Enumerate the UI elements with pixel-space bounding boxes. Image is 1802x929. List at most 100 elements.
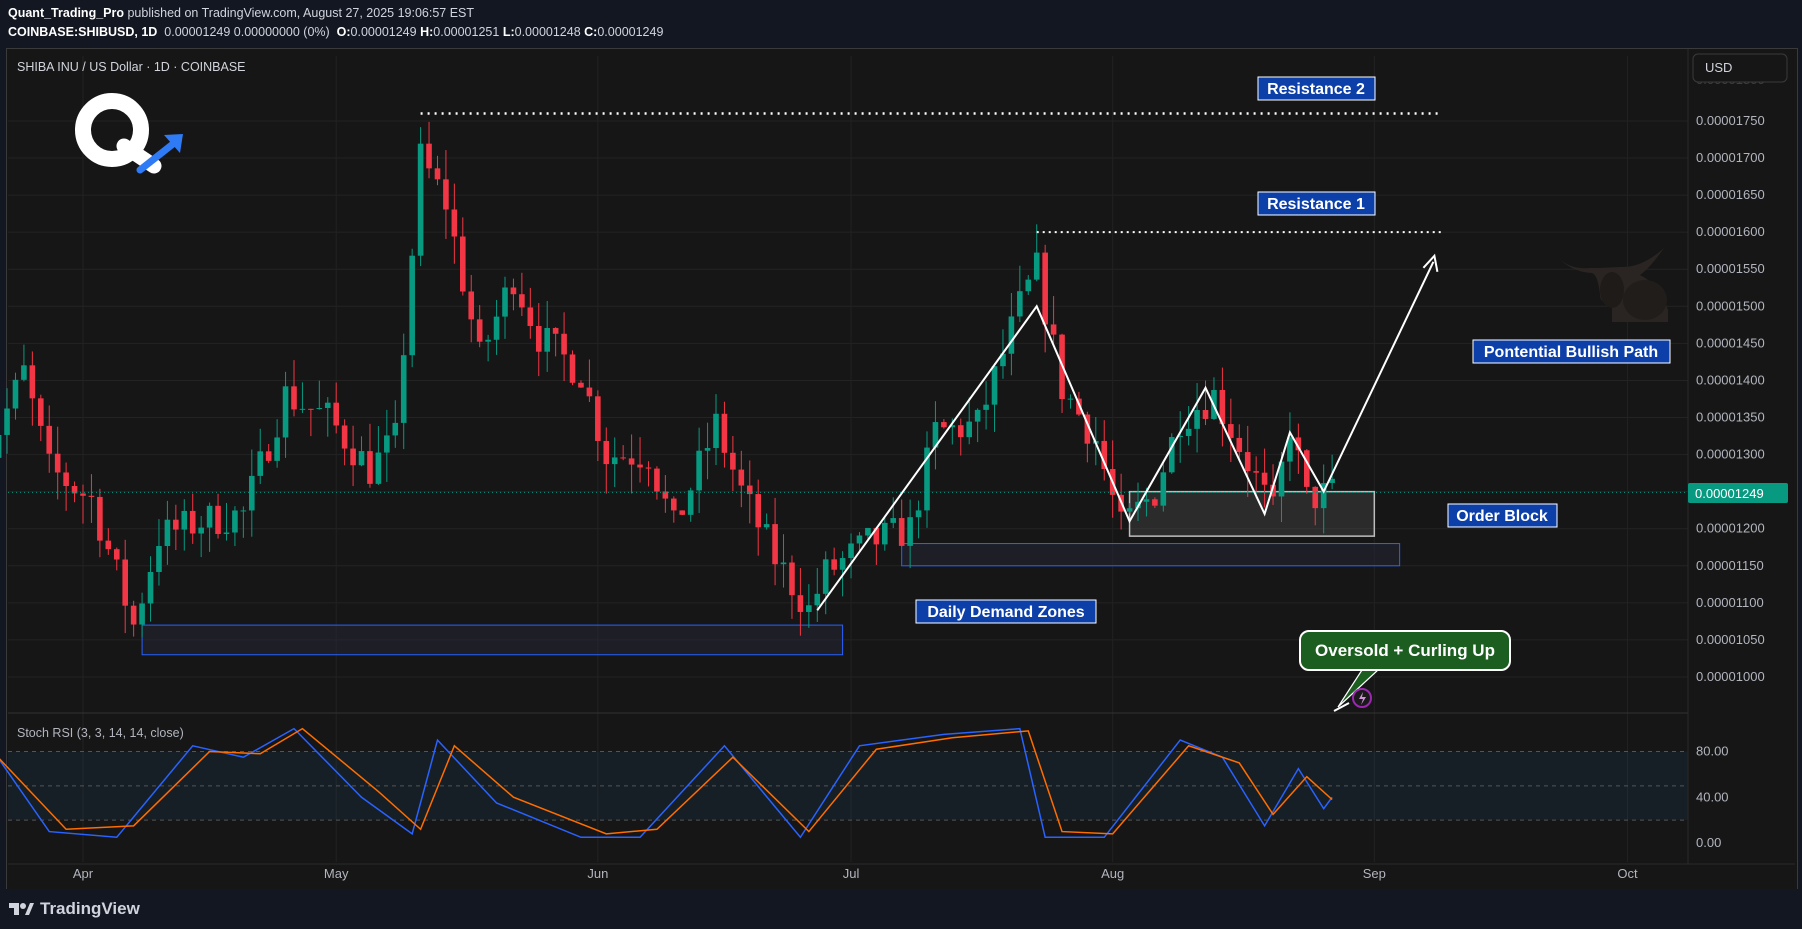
price-tick-label: 0.00001500 (1696, 298, 1765, 313)
candle-body (772, 524, 778, 565)
candle-body (468, 291, 475, 320)
candle-body (561, 333, 567, 355)
candle-body (730, 452, 736, 470)
candle-body (831, 559, 837, 570)
candle-body (789, 562, 795, 596)
currency-button[interactable]: USD (1692, 53, 1788, 83)
candle-body (535, 325, 542, 352)
candle-body (1160, 472, 1167, 506)
oversold-callout: Oversold + Curling Up (1299, 630, 1511, 712)
candle-body (451, 209, 458, 237)
bullish-path-label: Pontential Bullish Path (1472, 339, 1671, 364)
indicator-label: Stoch RSI (3, 3, 14, 14, close) (17, 726, 184, 740)
candle-body (181, 510, 188, 530)
candle-body (1261, 472, 1268, 485)
candle-body (21, 365, 27, 380)
time-tick-label: Jun (587, 866, 608, 881)
candle-body (350, 448, 356, 466)
price-tick-label: 0.00001550 (1696, 261, 1765, 276)
svg-text:0.00001249: 0.00001249 (1695, 486, 1764, 501)
candle-body (1152, 499, 1158, 506)
candle-body (991, 366, 998, 405)
candle-body (966, 421, 972, 438)
stoch-tick-label: 80.00 (1696, 744, 1729, 759)
candle-body (1067, 398, 1074, 400)
zones-layer (141, 490, 1401, 656)
candle-body (1202, 410, 1209, 419)
candle-body (54, 453, 61, 473)
candle-body (603, 440, 610, 465)
candle-body (485, 339, 491, 342)
candle-body (713, 413, 719, 449)
lightning-icon (1352, 688, 1372, 708)
candle-body (257, 451, 264, 476)
candle-body (704, 448, 711, 451)
candle-body (721, 413, 728, 453)
chart-canvas[interactable]: 0.00001000 0.00001050 0.00001100 0.00001150… (0, 0, 1802, 929)
candle-body (240, 510, 247, 512)
candle-body (139, 603, 145, 625)
price-tick-label: 0.00001000 (1696, 669, 1765, 684)
candle-body (130, 605, 137, 625)
candle-body (274, 437, 280, 461)
price-tick-label: 0.00001450 (1696, 335, 1765, 350)
candle-body (586, 387, 593, 397)
svg-text:Daily Demand Zones: Daily Demand Zones (927, 604, 1084, 621)
candle-body (848, 543, 854, 559)
candle-body (476, 319, 483, 342)
candle-body (696, 450, 702, 491)
candle-body (755, 494, 761, 528)
candle-body (822, 559, 829, 594)
candle-body (1236, 437, 1243, 453)
candle-body (865, 527, 871, 536)
candle-body (1194, 410, 1200, 429)
time-tick-label: Oct (1617, 866, 1638, 881)
stoch-tick-label: 0.00 (1696, 835, 1721, 850)
candle-body (189, 510, 196, 534)
candle-body (1126, 508, 1133, 512)
candle-body (1033, 252, 1040, 280)
candle-body (527, 307, 534, 326)
candle-body (97, 496, 103, 541)
candle-body (1253, 471, 1259, 473)
price-tick-label: 0.00001650 (1696, 187, 1765, 202)
candle-body (46, 425, 53, 454)
tradingview-brand[interactable]: TradingView (8, 899, 140, 919)
price-tick-label: 0.00001700 (1696, 150, 1765, 165)
candle-body (957, 425, 964, 438)
candle-body (856, 535, 863, 544)
candle-body (1025, 279, 1032, 292)
candle-body (1042, 252, 1048, 325)
time-tick-label: May (324, 866, 349, 881)
candle-body (206, 505, 213, 528)
candle-body (941, 422, 947, 428)
candle-body (552, 327, 559, 334)
candle-body (460, 236, 466, 292)
candle-body (105, 540, 112, 550)
candle-body (839, 558, 846, 570)
candle-body (746, 485, 753, 495)
candle-body (1017, 291, 1023, 317)
candle-body (400, 355, 407, 423)
time-tick-label: Aug (1101, 866, 1124, 881)
candle-body (409, 255, 415, 356)
candle-body (308, 408, 314, 410)
candle-body (358, 451, 365, 466)
candle-body (493, 316, 500, 340)
candle-body (1185, 428, 1192, 436)
time-tick-label: Sep (1363, 866, 1386, 881)
candle-body (4, 408, 10, 435)
candle-body (502, 287, 508, 317)
candle-body (282, 386, 289, 438)
price-tick-label: 0.00001050 (1696, 632, 1765, 647)
last-price-tag: 0.00001249 (1688, 483, 1788, 503)
candle-body (1050, 324, 1057, 335)
candle-body (147, 571, 154, 604)
candle-body (232, 510, 238, 533)
candle-body (417, 143, 424, 256)
candle-body (333, 402, 339, 426)
price-tick-label: 0.00001400 (1696, 372, 1765, 387)
candle-body (544, 327, 550, 352)
candle-body (569, 354, 576, 383)
candle-body (645, 467, 652, 469)
